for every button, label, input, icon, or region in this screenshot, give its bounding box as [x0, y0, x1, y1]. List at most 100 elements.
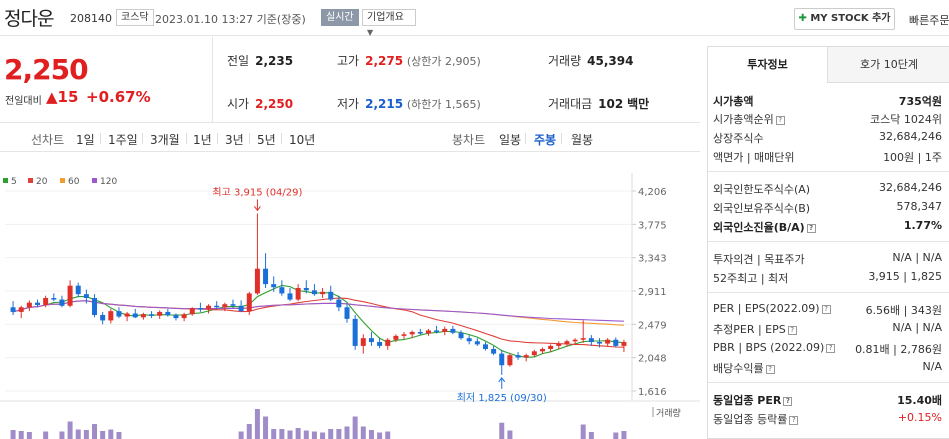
candle-body: [116, 311, 122, 317]
tab-candle-weekly[interactable]: 주봉: [534, 131, 556, 148]
help-icon[interactable]: ?: [821, 304, 831, 314]
help-icon[interactable]: ?: [787, 325, 797, 335]
divider: [561, 133, 562, 144]
info-label: 52주최고 | 최저: [713, 270, 788, 286]
candle-body: [303, 287, 309, 291]
candlestick-chart: 4,206 3,775 3,343 2,911 2,479 2,048 1,616 5 20 60…: [0, 173, 700, 439]
tab-order-book[interactable]: 호가 10단계: [828, 47, 949, 83]
candle-body: [482, 344, 488, 349]
tab-invest-info[interactable]: 투자정보: [708, 47, 828, 83]
candle-body: [132, 313, 138, 318]
info-label-text: 상장주식수: [713, 132, 764, 145]
info-row: 동일업종 등락률? +0.15%: [708, 409, 949, 427]
info-label: 외국인보유주식수(B): [713, 200, 810, 216]
candle-body: [458, 332, 464, 339]
legend-label: 60: [68, 177, 80, 187]
info-row: 52주최고 | 최저 3,915 | 1,825: [708, 268, 949, 286]
tab-candle-daily[interactable]: 일봉: [499, 131, 521, 148]
invest-info-panel: 투자정보 호가 10단계 시가총액 735억원 시가총액순위? 코스닥 1024위 상장…: [707, 46, 949, 439]
candle-body: [222, 304, 228, 308]
candle-body: [214, 305, 220, 308]
info-value: N/A | N/A: [892, 251, 942, 264]
info-row: 동일업종 PER? 15.40배: [708, 390, 949, 408]
volume-bar: [621, 431, 627, 439]
tab-candle-monthly[interactable]: 월봉: [571, 131, 593, 148]
volume-bar: [271, 429, 277, 439]
volume-bar: [377, 432, 383, 439]
change-percent: +0.67%: [86, 88, 151, 106]
candle-body: [92, 298, 98, 316]
help-icon[interactable]: ?: [806, 223, 816, 233]
tab-line-5y[interactable]: 5년: [257, 131, 276, 148]
candle-body: [67, 285, 73, 306]
candle-body: [43, 298, 49, 305]
price-datetime: 2023.01.10 13:27 기준(장중): [155, 13, 306, 26]
divider: [708, 292, 949, 293]
stock-header: 정다운 208140 코스닥 2023.01.10 13:27 기준(장중) 실…: [0, 0, 949, 37]
volume-bar: [100, 431, 106, 439]
legend-swatch: [92, 178, 97, 183]
volume-bar: [287, 430, 293, 439]
volume-bar: [59, 431, 65, 439]
volume-bar: [613, 432, 619, 439]
candle-body: [442, 328, 448, 333]
divider: [186, 133, 187, 144]
info-value: 735억원: [898, 95, 942, 108]
candle-body: [157, 311, 163, 316]
info-value: 32,684,246: [879, 181, 942, 194]
volume-bar: [67, 421, 73, 439]
tab-line-10y[interactable]: 10년: [289, 131, 315, 148]
quick-order-link[interactable]: 빠른주문: [909, 12, 949, 28]
info-label: 동일업종 등락률?: [713, 411, 799, 427]
low-label: 저가: [337, 97, 360, 111]
high-price: 고가 2,275 (상한가 2,905): [337, 52, 481, 69]
tab-line-1w[interactable]: 1주일: [108, 131, 138, 148]
tab-line-3y[interactable]: 3년: [225, 131, 244, 148]
info-value: 0.81배 | 2,786원: [855, 343, 942, 356]
candle-body: [287, 293, 293, 300]
info-label: 추정PER | EPS?: [713, 321, 797, 337]
volume-bar: [26, 432, 32, 439]
market-badge: 코스닥: [116, 9, 154, 26]
help-icon[interactable]: ?: [826, 343, 836, 353]
candle-body: [108, 311, 114, 321]
info-row: PBR | BPS (2022.09)? 0.81배 | 2,786원: [708, 339, 949, 357]
candle-body: [238, 305, 244, 312]
amount-label: 거래대금: [548, 97, 593, 111]
add-mystock-button[interactable]: ✚ MY STOCK 추가: [794, 8, 895, 30]
candle-body: [336, 299, 342, 308]
info-label: PER | EPS(2022.09)?: [713, 302, 831, 315]
help-icon[interactable]: ?: [775, 115, 785, 125]
tab-line-1y[interactable]: 1년: [193, 131, 212, 148]
candle-body: [173, 315, 179, 319]
high-annotation: 최고 3,915 (04/29): [212, 186, 302, 198]
company-overview-dropdown[interactable]: 기업개요 ▼: [362, 9, 416, 37]
legend-label: 5: [11, 177, 17, 187]
info-row: 추정PER | EPS? N/A | N/A: [708, 319, 949, 337]
candle-body: [499, 353, 505, 366]
tab-line-1d[interactable]: 1일: [76, 131, 95, 148]
help-icon[interactable]: ?: [765, 364, 775, 374]
info-value: 코스닥 1024위: [870, 113, 942, 126]
volume-bar: [311, 431, 317, 439]
candle-body: [425, 330, 431, 334]
volume-bar: [263, 416, 269, 439]
info-row: 시가총액 735억원: [708, 91, 949, 109]
stock-code: 208140: [70, 12, 112, 25]
legend-label: 20: [36, 177, 48, 187]
tab-line-3m[interactable]: 3개월: [150, 131, 180, 148]
info-label: PBR | BPS (2022.09)?: [713, 341, 836, 354]
price-chart: 4,206 3,775 3,343 2,911 2,479 2,048 1,616 5 20 60…: [0, 153, 700, 439]
amount-unit: 백만: [627, 97, 650, 111]
realtime-badge[interactable]: 실시간: [321, 9, 359, 26]
info-row: 투자의견 | 목표주가 N/A | N/A: [708, 249, 949, 267]
y-tick-label: 3,343: [638, 254, 667, 265]
help-icon[interactable]: ?: [789, 415, 799, 425]
help-icon[interactable]: ?: [783, 396, 793, 406]
info-row: 상장주식수 32,684,246: [708, 128, 949, 146]
volume-bar: [238, 431, 244, 439]
candle-body: [360, 338, 366, 346]
volume-bar: [43, 431, 49, 439]
divider: [708, 241, 949, 242]
info-label: 시가총액: [713, 93, 753, 109]
